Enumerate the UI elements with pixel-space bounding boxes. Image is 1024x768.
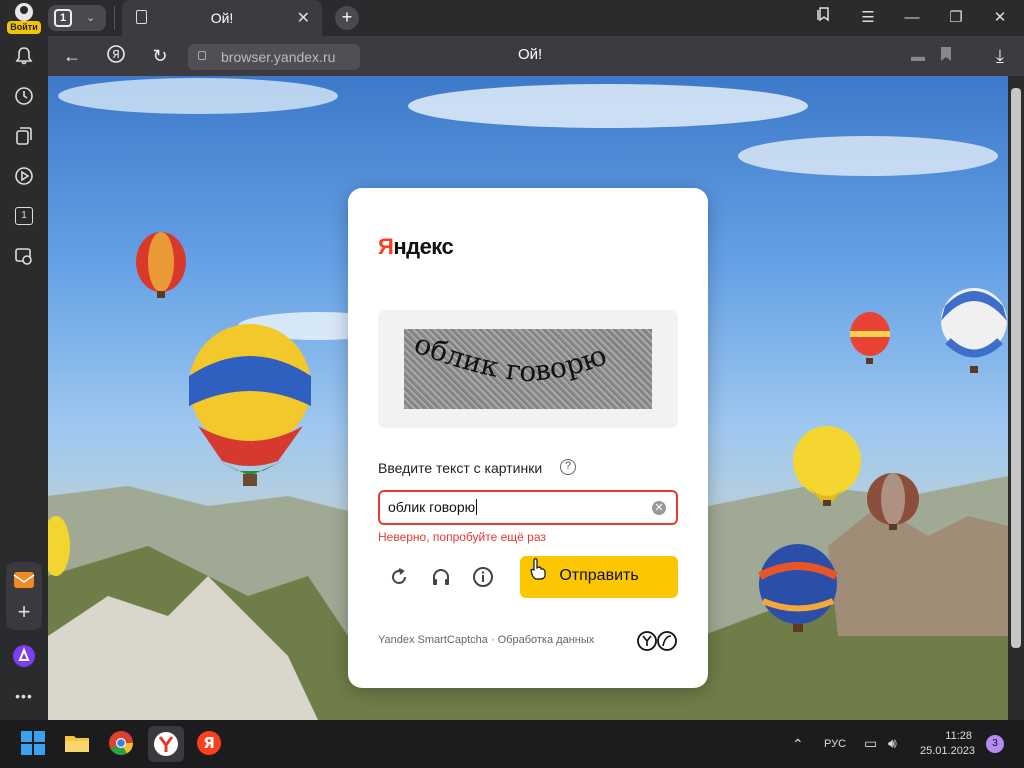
captcha-footer[interactable]: Yandex SmartCaptcha · Обработка данных [378,634,594,646]
svg-text:Я: Я [112,48,120,61]
menu-icon[interactable]: ☰ [856,6,880,30]
url-field[interactable]: browser.yandex.ru [188,44,360,70]
page-title: Ой! [518,46,543,63]
bell-icon[interactable] [12,44,36,68]
login-button[interactable]: Войти [6,3,42,34]
captcha-image-frame: облик говорю [378,310,678,428]
windows-start-icon[interactable] [20,730,48,758]
scrollbar-thumb[interactable] [1011,88,1021,648]
tab-close-icon[interactable]: ✕ [297,8,310,28]
hand-cursor-icon [530,558,546,585]
restore-icon[interactable]: ❐ [944,6,968,30]
captcha-input-value: облик говорю [388,499,478,515]
sidebar: Войти 1 + ••• [0,0,48,720]
new-tab-button[interactable]: + [335,6,359,30]
captcha-input[interactable]: облик говорю ✕ [378,490,678,525]
browser-window: Войти 1 + ••• 1 ⌄ Ой! ✕ + ☰ — ❐ ✕ ← Я ↻ … [0,0,1024,768]
tab-counter-button[interactable]: 1 ⌄ [48,5,106,31]
display-icon[interactable]: ▭ [864,735,877,752]
tab-bar: 1 ⌄ Ой! ✕ + ☰ — ❐ ✕ [48,0,1024,36]
lock-icon [198,51,206,60]
balloon-right-blue [941,288,1007,373]
notification-badge[interactable]: 3 [986,735,1004,753]
tab-count: 1 [54,9,72,27]
captcha-image: облик говорю [404,329,652,409]
divider [114,6,115,30]
reload-icon[interactable]: ↻ [148,44,172,68]
login-label: Войти [7,21,41,34]
file-explorer-icon[interactable] [64,730,92,758]
add-icon[interactable]: + [12,599,36,624]
yandex-logo: Яндекс [378,234,454,260]
balloon-big-colorful [189,324,311,486]
history-icon[interactable] [12,84,36,108]
chrome-icon[interactable] [108,730,136,758]
balloon-left-small [136,232,186,298]
collections-icon[interactable] [12,124,36,148]
comment-icon[interactable]: ▬ [906,44,930,68]
yandex-smartcaptcha-logo-icon [636,630,678,657]
taskbar: Я ⌃ РУС ▭ 🔊︎ 11:28 25.01.2023 3 [0,720,1024,768]
yandex-home-icon[interactable]: Я [104,44,128,68]
yandex-browser-taskbar-button[interactable] [148,726,184,762]
video-icon[interactable] [12,164,36,188]
audio-captcha-icon[interactable] [430,566,454,590]
captcha-text: облик говорю [410,329,611,388]
clock-date[interactable]: 25.01.2023 [920,745,975,757]
url-text: browser.yandex.ru [221,49,336,65]
logo-first-letter: Я [378,234,394,259]
screenshot-icon[interactable] [12,244,36,268]
user-avatar-icon [15,3,33,21]
yandex-app-icon[interactable]: Я [196,730,224,758]
bookmark-icon[interactable] [934,44,958,68]
captcha-input-text: облик говорю [388,499,476,515]
alice-icon[interactable] [12,644,36,668]
tab-title: Ой! [210,10,234,26]
bookmarks-panel-icon[interactable] [812,6,836,30]
refresh-captcha-icon[interactable] [388,566,412,590]
logo-rest: ндекс [393,234,454,259]
chevron-up-icon[interactable]: ⌃ [792,736,804,753]
clock-time[interactable]: 11:28 [932,730,972,742]
svg-text:Я: Я [203,734,215,752]
clear-input-icon[interactable]: ✕ [652,501,666,515]
address-bar: ← Я ↻ browser.yandex.ru Ой! ▬ ⤓ [48,36,1024,76]
back-arrow-icon[interactable]: ← [60,44,84,68]
text-cursor [476,499,478,515]
page-scrollbar[interactable] [1008,76,1024,720]
volume-icon[interactable]: 🔊︎ [888,735,897,752]
info-icon[interactable] [472,566,496,590]
more-icon[interactable]: ••• [12,684,36,708]
download-icon[interactable]: ⤓ [988,44,1012,68]
balloon-right-striped [850,312,890,364]
mail-icon[interactable] [12,568,36,592]
error-message: Неверно, попробуйте ещё раз [378,530,546,544]
tab-active[interactable]: Ой! ✕ [122,0,322,36]
captcha-instruction: Введите текст с картинки [378,460,543,476]
captcha-card: Яндекс облик говорю Введите текст с карт… [348,188,708,688]
tab-one-label: 1 [15,207,33,225]
tab-one-icon[interactable]: 1 [12,204,36,228]
minimize-icon[interactable]: — [900,6,924,30]
language-indicator[interactable]: РУС [824,738,846,750]
chevron-down-icon: ⌄ [86,12,96,24]
window-close-icon[interactable]: ✕ [988,6,1012,30]
help-icon[interactable]: ? [560,459,576,475]
